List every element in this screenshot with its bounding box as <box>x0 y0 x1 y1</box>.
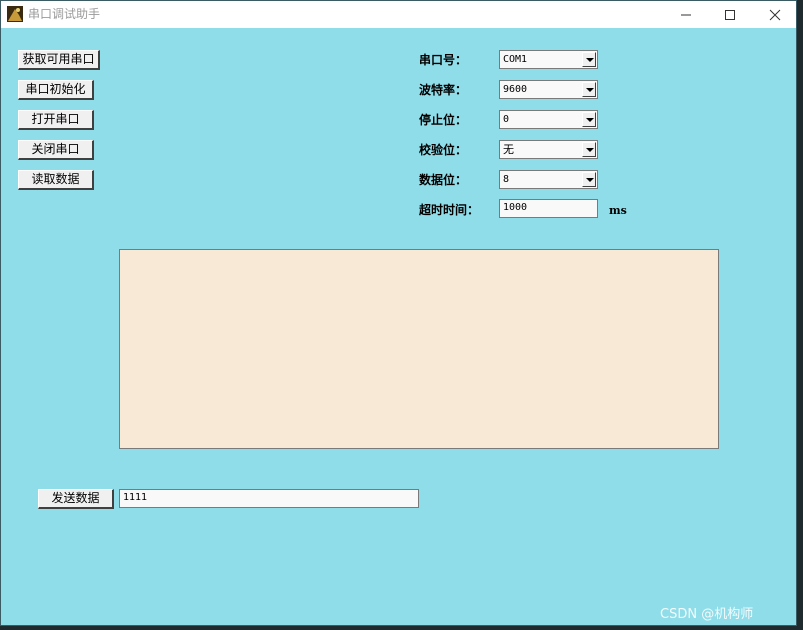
timeout-unit: ms <box>609 204 627 217</box>
init-port-button[interactable]: 串口初始化 <box>18 80 94 100</box>
stop-bits-select[interactable]: 0 <box>499 110 598 129</box>
receive-textarea[interactable] <box>119 249 719 449</box>
data-bits-label: 数据位： <box>419 173 468 187</box>
chevron-down-icon[interactable] <box>582 52 596 67</box>
maximize-button[interactable] <box>707 1 752 28</box>
send-data-button[interactable]: 发送数据 <box>38 489 114 509</box>
minimize-button[interactable] <box>663 1 708 28</box>
data-bits-select[interactable]: 8 <box>499 170 598 189</box>
baud-value: 9600 <box>503 84 528 95</box>
parity-value: 无 <box>503 143 514 156</box>
app-window: 串口调试助手 获取可用串口 串口初始化 打开串口 关闭串口 读取数据 串口号： … <box>0 0 797 626</box>
timeout-label: 超时时间： <box>419 203 480 217</box>
port-value: COM1 <box>503 54 528 65</box>
read-data-button[interactable]: 读取数据 <box>18 170 94 190</box>
close-port-button[interactable]: 关闭串口 <box>18 140 94 160</box>
port-label: 串口号： <box>419 53 468 67</box>
minimize-icon <box>680 14 691 15</box>
chevron-down-icon[interactable] <box>582 82 596 97</box>
maximize-icon <box>724 9 735 20</box>
window-title: 串口调试助手 <box>28 7 101 21</box>
close-button[interactable] <box>752 1 797 28</box>
get-ports-button[interactable]: 获取可用串口 <box>18 50 100 70</box>
stop-bits-value: 0 <box>503 114 510 125</box>
stop-bits-label: 停止位： <box>419 113 468 127</box>
chevron-down-icon[interactable] <box>582 172 596 187</box>
parity-label: 校验位： <box>419 143 468 157</box>
app-icon <box>7 6 23 22</box>
data-bits-value: 8 <box>503 174 510 185</box>
chevron-down-icon[interactable] <box>582 112 596 127</box>
open-port-button[interactable]: 打开串口 <box>18 110 94 130</box>
timeout-input[interactable]: 1000 <box>499 199 598 218</box>
close-icon <box>769 9 780 20</box>
chevron-down-icon[interactable] <box>582 142 596 157</box>
watermark: CSDN @机构师 <box>660 607 754 622</box>
baud-select[interactable]: 9600 <box>499 80 598 99</box>
port-select[interactable]: COM1 <box>499 50 598 69</box>
send-input[interactable]: 1111 <box>119 489 419 508</box>
baud-label: 波特率： <box>419 83 468 97</box>
title-bar: 串口调试助手 <box>1 1 796 28</box>
parity-select[interactable]: 无 <box>499 140 598 159</box>
